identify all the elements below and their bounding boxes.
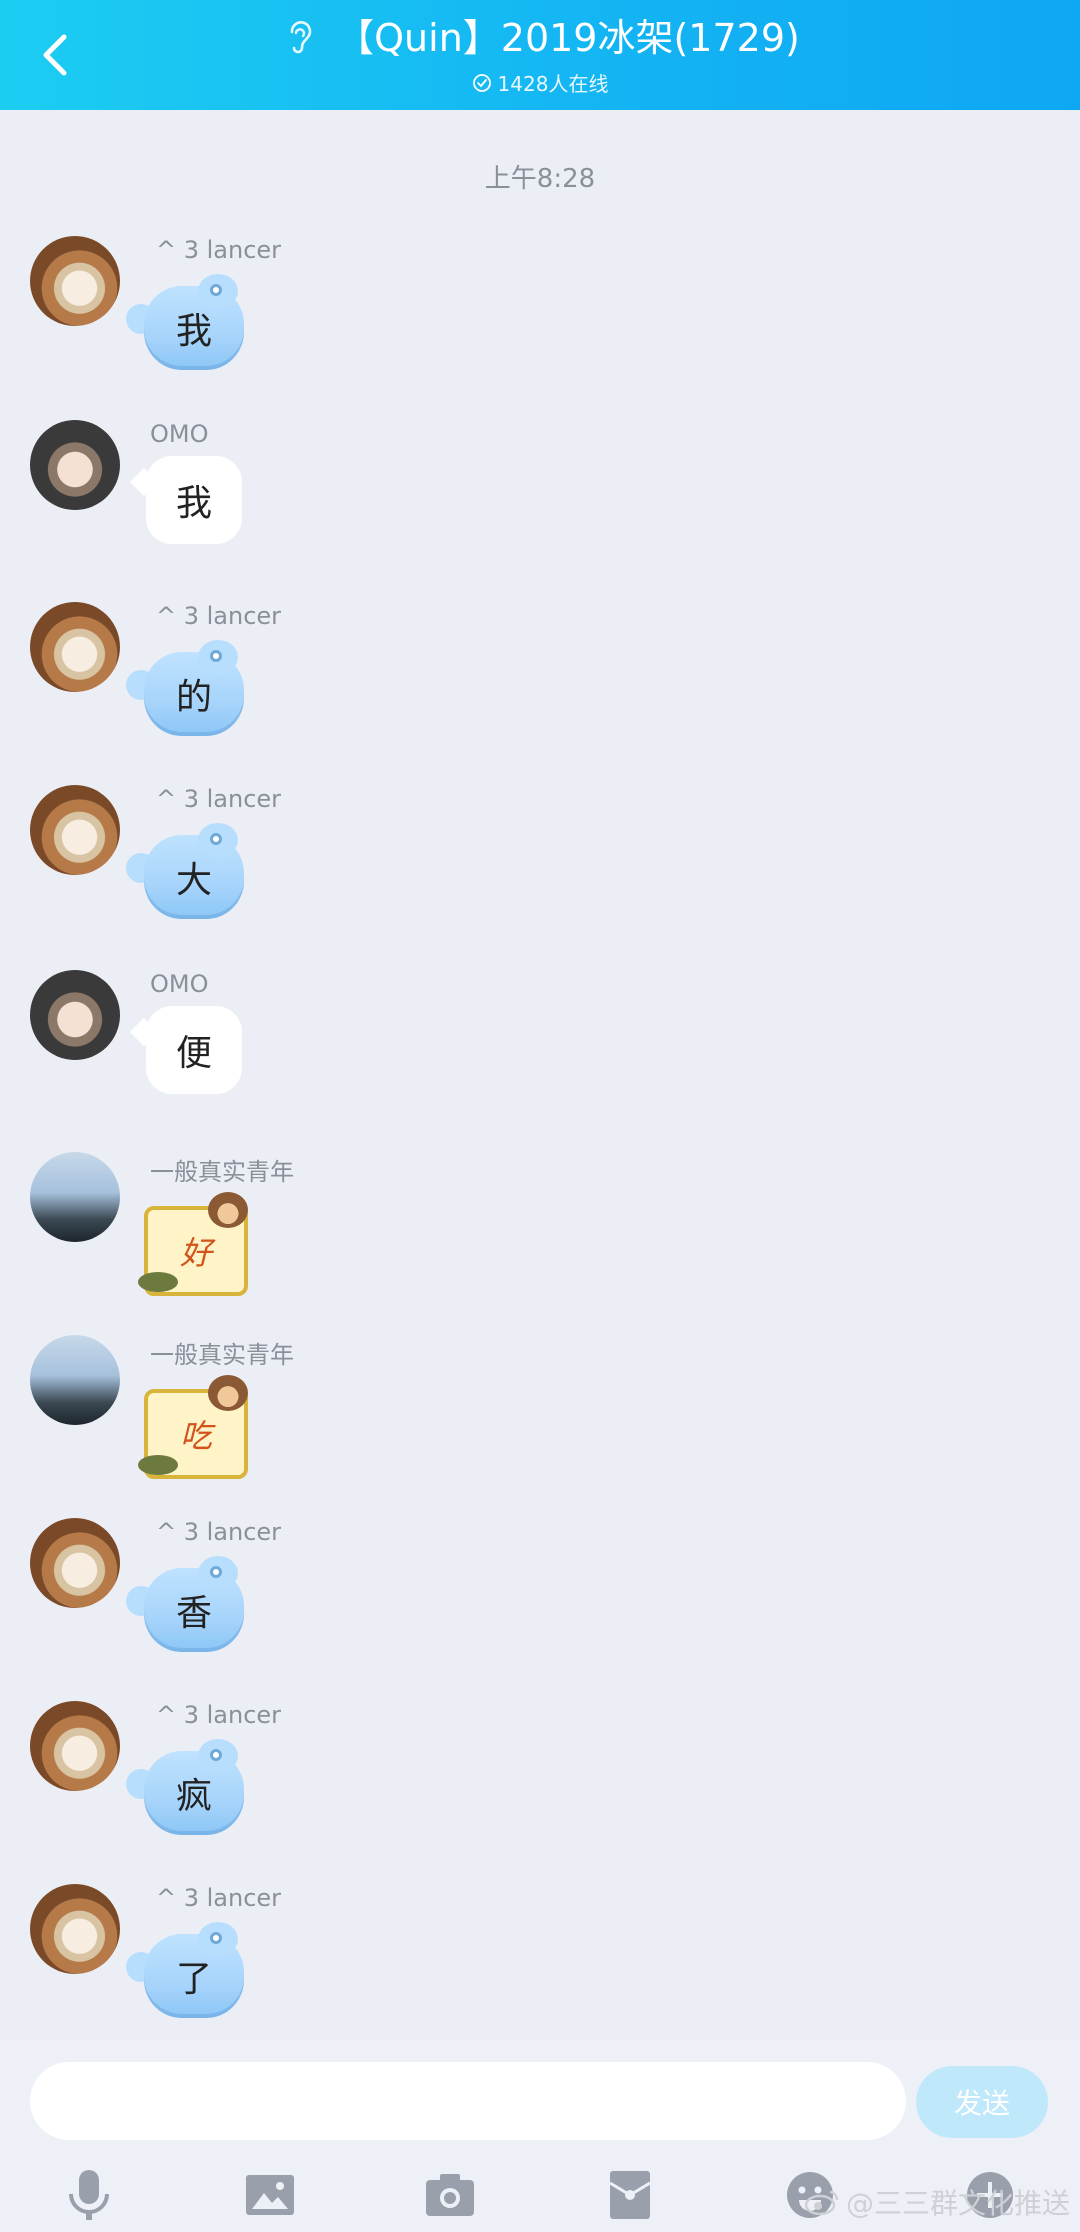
message-text: 了: [175, 1959, 212, 2000]
sender-name[interactable]: ^ 3 lancer: [156, 602, 281, 630]
message-bubble[interactable]: 便: [146, 1006, 242, 1094]
cat-avatar[interactable]: [30, 1701, 120, 1791]
message-input[interactable]: [30, 2062, 906, 2140]
message-text: 大: [175, 860, 212, 901]
message-text: 疯: [175, 1776, 212, 1817]
online-count: 1428人在线: [497, 72, 609, 96]
group-title[interactable]: 【Quin】2019冰架(1729): [336, 12, 800, 64]
message-row: OMO 便: [0, 970, 1080, 1140]
message-bubble[interactable]: 了: [126, 1922, 250, 2018]
message-row: ^ 3 lancer 了: [0, 1884, 1080, 2054]
message-row: ^ 3 lancer 疯: [0, 1701, 1080, 1871]
send-button[interactable]: 发送: [916, 2066, 1048, 2138]
message-row: ^ 3 lancer 我: [0, 236, 1080, 406]
message-bubble[interactable]: 疯: [126, 1739, 250, 1835]
message-text: 便: [175, 1033, 212, 1074]
message-text: 我: [175, 483, 212, 524]
sender-name[interactable]: ^ 3 lancer: [156, 1701, 281, 1729]
sender-name[interactable]: ^ 3 lancer: [156, 785, 281, 813]
microphone-icon[interactable]: [54, 2160, 124, 2230]
sticker-character-icon: [208, 1192, 248, 1228]
message-bubble[interactable]: 香: [126, 1556, 250, 1652]
message-bubble[interactable]: 我: [146, 456, 242, 544]
message-bubble[interactable]: 的: [126, 640, 250, 736]
cat-avatar[interactable]: [30, 236, 120, 326]
cat-avatar[interactable]: [30, 785, 120, 875]
sender-name[interactable]: ^ 3 lancer: [156, 1884, 281, 1912]
image-icon[interactable]: [235, 2160, 305, 2230]
weibo-logo-icon: [804, 2190, 839, 2216]
message-row: ^ 3 lancer 大: [0, 785, 1080, 955]
message-row: 一般真实青年 好: [0, 1152, 1080, 1322]
message-row: ^ 3 lancer 香: [0, 1518, 1080, 1688]
ear-mode-icon[interactable]: [280, 18, 320, 58]
message-row: 一般真实青年 吃: [0, 1335, 1080, 1505]
message-timestamp: 上午8:28: [484, 164, 596, 194]
sender-name[interactable]: ^ 3 lancer: [156, 236, 281, 264]
message-text: 我: [175, 311, 212, 352]
sticker-turtle-icon: [138, 1455, 178, 1475]
sky-avatar[interactable]: [30, 1335, 120, 1425]
sky-avatar[interactable]: [30, 1152, 120, 1242]
watermark-text: @三三群文化推送: [845, 2187, 1070, 2220]
message-bubble[interactable]: 我: [126, 274, 250, 370]
message-row: ^ 3 lancer 的: [0, 602, 1080, 772]
sender-name[interactable]: OMO: [150, 420, 209, 448]
cat-avatar[interactable]: [30, 1884, 120, 1974]
chat-header: 【Quin】2019冰架(1729) 1428人在线: [0, 0, 1080, 110]
message-row: OMO 我: [0, 420, 1080, 590]
sender-name[interactable]: OMO: [150, 970, 209, 998]
sender-name[interactable]: 一般真实青年: [150, 1335, 294, 1370]
cat-avatar[interactable]: [30, 602, 120, 692]
anime-avatar[interactable]: [30, 420, 120, 510]
message-bubble[interactable]: 大: [126, 823, 250, 919]
message-text: 的: [175, 677, 212, 718]
sticker-character-icon: [208, 1375, 248, 1411]
anime-avatar[interactable]: [30, 970, 120, 1060]
sender-name[interactable]: ^ 3 lancer: [156, 1518, 281, 1546]
message-text: 香: [175, 1593, 212, 1634]
sticker-turtle-icon: [138, 1272, 178, 1292]
cat-avatar[interactable]: [30, 1518, 120, 1608]
online-check-icon: [472, 73, 491, 92]
weibo-watermark: @三三群文化推送: [804, 2182, 1070, 2222]
sender-name[interactable]: 一般真实青年: [150, 1152, 294, 1187]
red-packet-icon[interactable]: [595, 2160, 665, 2230]
camera-icon[interactable]: [415, 2160, 485, 2230]
sticker-message[interactable]: 吃: [138, 1375, 256, 1483]
sticker-message[interactable]: 好: [138, 1192, 256, 1300]
